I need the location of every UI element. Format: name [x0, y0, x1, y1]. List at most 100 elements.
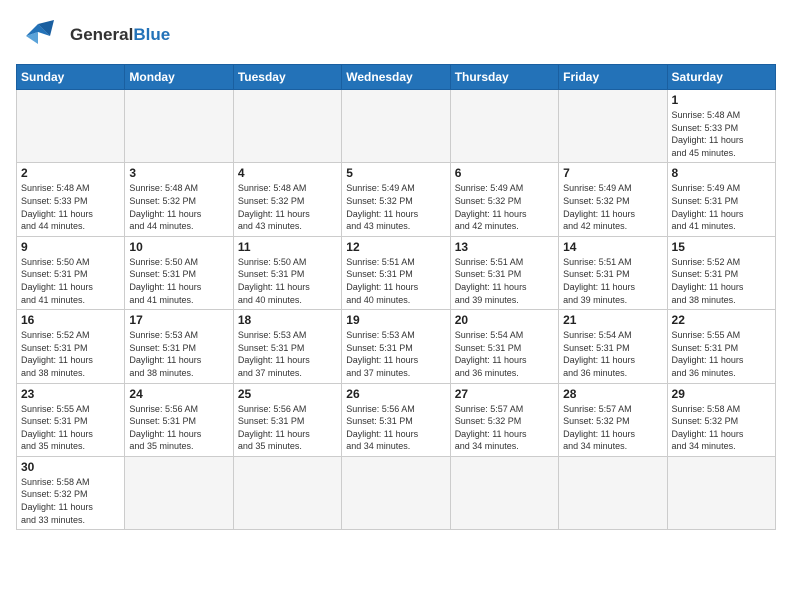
calendar-cell [17, 90, 125, 163]
calendar-cell: 13 Sunrise: 5:51 AM Sunset: 5:31 PM Dayli… [450, 236, 558, 309]
day-number: 4 [238, 166, 337, 180]
calendar-week-row: 2Sunrise: 5:48 AM Sunset: 5:33 PM Daylig… [17, 163, 776, 236]
day-info: Sunrise: 5:50 AM Sunset: 5:31 PM Dayligh… [21, 256, 120, 306]
calendar-cell: 26 Sunrise: 5:56 AM Sunset: 5:31 PM Dayli… [342, 383, 450, 456]
calendar-cell: 17 Sunrise: 5:53 AM Sunset: 5:31 PM Dayli… [125, 310, 233, 383]
day-info: Sunrise: 5:48 AM Sunset: 5:33 PM Dayligh… [21, 182, 120, 232]
col-header-monday: Monday [125, 65, 233, 90]
day-info: Sunrise: 5:56 AM Sunset: 5:31 PM Dayligh… [238, 403, 337, 453]
col-header-wednesday: Wednesday [342, 65, 450, 90]
calendar-cell: 18Sunrise: 5:53 AM Sunset: 5:31 PM Dayli… [233, 310, 341, 383]
day-number: 7 [563, 166, 662, 180]
day-info: Sunrise: 5:55 AM Sunset: 5:31 PM Dayligh… [21, 403, 120, 453]
day-number: 29 [672, 387, 771, 401]
calendar-cell: 15 Sunrise: 5:52 AM Sunset: 5:31 PM Dayli… [667, 236, 775, 309]
calendar-week-row: 30Sunrise: 5:58 AM Sunset: 5:32 PM Dayli… [17, 456, 776, 529]
day-info: Sunrise: 5:58 AM Sunset: 5:32 PM Dayligh… [672, 403, 771, 453]
calendar-cell [342, 90, 450, 163]
day-number: 3 [129, 166, 228, 180]
col-header-sunday: Sunday [17, 65, 125, 90]
day-info: Sunrise: 5:53 AM Sunset: 5:31 PM Dayligh… [346, 329, 445, 379]
calendar-cell [450, 90, 558, 163]
calendar-cell: 12 Sunrise: 5:51 AM Sunset: 5:31 PM Dayli… [342, 236, 450, 309]
calendar-cell [233, 456, 341, 529]
calendar-cell [125, 90, 233, 163]
day-number: 13 [455, 240, 554, 254]
day-info: Sunrise: 5:54 AM Sunset: 5:31 PM Dayligh… [455, 329, 554, 379]
calendar-cell: 29 Sunrise: 5:58 AM Sunset: 5:32 PM Dayli… [667, 383, 775, 456]
day-info: Sunrise: 5:53 AM Sunset: 5:31 PM Dayligh… [129, 329, 228, 379]
calendar-cell [342, 456, 450, 529]
day-number: 15 [672, 240, 771, 254]
day-number: 12 [346, 240, 445, 254]
calendar-cell: 20 Sunrise: 5:54 AM Sunset: 5:31 PM Dayli… [450, 310, 558, 383]
day-number: 14 [563, 240, 662, 254]
logo: GeneralBlue [16, 16, 170, 54]
day-info: Sunrise: 5:49 AM Sunset: 5:32 PM Dayligh… [455, 182, 554, 232]
day-info: Sunrise: 5:50 AM Sunset: 5:31 PM Dayligh… [129, 256, 228, 306]
day-number: 5 [346, 166, 445, 180]
calendar-cell: 7Sunrise: 5:49 AM Sunset: 5:32 PM Daylig… [559, 163, 667, 236]
day-info: Sunrise: 5:48 AM Sunset: 5:33 PM Dayligh… [672, 109, 771, 159]
calendar-week-row: 16Sunrise: 5:52 AM Sunset: 5:31 PM Dayli… [17, 310, 776, 383]
day-number: 18 [238, 313, 337, 327]
calendar-cell [233, 90, 341, 163]
day-number: 21 [563, 313, 662, 327]
calendar-cell: 28 Sunrise: 5:57 AM Sunset: 5:32 PM Dayli… [559, 383, 667, 456]
day-number: 6 [455, 166, 554, 180]
calendar-cell: 9 Sunrise: 5:50 AM Sunset: 5:31 PM Daylig… [17, 236, 125, 309]
day-number: 28 [563, 387, 662, 401]
day-info: Sunrise: 5:50 AM Sunset: 5:31 PM Dayligh… [238, 256, 337, 306]
calendar-cell [450, 456, 558, 529]
day-number: 1 [672, 93, 771, 107]
day-info: Sunrise: 5:49 AM Sunset: 5:31 PM Dayligh… [672, 182, 771, 232]
day-info: Sunrise: 5:51 AM Sunset: 5:31 PM Dayligh… [563, 256, 662, 306]
logo-blue: Blue [133, 25, 170, 44]
day-info: Sunrise: 5:51 AM Sunset: 5:31 PM Dayligh… [455, 256, 554, 306]
calendar-cell: 22Sunrise: 5:55 AM Sunset: 5:31 PM Dayli… [667, 310, 775, 383]
day-number: 11 [238, 240, 337, 254]
day-number: 9 [21, 240, 120, 254]
calendar-cell: 3 Sunrise: 5:48 AM Sunset: 5:32 PM Daylig… [125, 163, 233, 236]
col-header-saturday: Saturday [667, 65, 775, 90]
calendar-cell: 19Sunrise: 5:53 AM Sunset: 5:31 PM Dayli… [342, 310, 450, 383]
day-number: 30 [21, 460, 120, 474]
day-number: 26 [346, 387, 445, 401]
page-header: GeneralBlue [16, 16, 776, 54]
calendar-cell [559, 90, 667, 163]
day-number: 22 [672, 313, 771, 327]
day-info: Sunrise: 5:52 AM Sunset: 5:31 PM Dayligh… [672, 256, 771, 306]
day-info: Sunrise: 5:48 AM Sunset: 5:32 PM Dayligh… [129, 182, 228, 232]
calendar-cell [559, 456, 667, 529]
calendar-cell: 1 Sunrise: 5:48 AM Sunset: 5:33 PM Daylig… [667, 90, 775, 163]
calendar-cell: 25 Sunrise: 5:56 AM Sunset: 5:31 PM Dayli… [233, 383, 341, 456]
calendar-cell: 30Sunrise: 5:58 AM Sunset: 5:32 PM Dayli… [17, 456, 125, 529]
day-info: Sunrise: 5:56 AM Sunset: 5:31 PM Dayligh… [346, 403, 445, 453]
calendar-week-row: 23Sunrise: 5:55 AM Sunset: 5:31 PM Dayli… [17, 383, 776, 456]
calendar-cell: 27 Sunrise: 5:57 AM Sunset: 5:32 PM Dayli… [450, 383, 558, 456]
calendar-week-row: 1 Sunrise: 5:48 AM Sunset: 5:33 PM Daylig… [17, 90, 776, 163]
calendar-header-row: SundayMondayTuesdayWednesdayThursdayFrid… [17, 65, 776, 90]
logo-general: General [70, 25, 133, 44]
day-number: 16 [21, 313, 120, 327]
day-info: Sunrise: 5:51 AM Sunset: 5:31 PM Dayligh… [346, 256, 445, 306]
day-number: 17 [129, 313, 228, 327]
day-info: Sunrise: 5:56 AM Sunset: 5:31 PM Dayligh… [129, 403, 228, 453]
day-number: 10 [129, 240, 228, 254]
calendar-cell: 8 Sunrise: 5:49 AM Sunset: 5:31 PM Daylig… [667, 163, 775, 236]
calendar-cell [125, 456, 233, 529]
calendar-cell: 2Sunrise: 5:48 AM Sunset: 5:33 PM Daylig… [17, 163, 125, 236]
col-header-tuesday: Tuesday [233, 65, 341, 90]
calendar-cell: 11 Sunrise: 5:50 AM Sunset: 5:31 PM Dayli… [233, 236, 341, 309]
col-header-friday: Friday [559, 65, 667, 90]
calendar-cell: 14 Sunrise: 5:51 AM Sunset: 5:31 PM Dayli… [559, 236, 667, 309]
day-number: 25 [238, 387, 337, 401]
calendar-cell: 4Sunrise: 5:48 AM Sunset: 5:32 PM Daylig… [233, 163, 341, 236]
day-info: Sunrise: 5:57 AM Sunset: 5:32 PM Dayligh… [563, 403, 662, 453]
day-info: Sunrise: 5:57 AM Sunset: 5:32 PM Dayligh… [455, 403, 554, 453]
calendar-table: SundayMondayTuesdayWednesdayThursdayFrid… [16, 64, 776, 530]
day-number: 8 [672, 166, 771, 180]
day-number: 20 [455, 313, 554, 327]
day-number: 27 [455, 387, 554, 401]
calendar-cell: 5Sunrise: 5:49 AM Sunset: 5:32 PM Daylig… [342, 163, 450, 236]
